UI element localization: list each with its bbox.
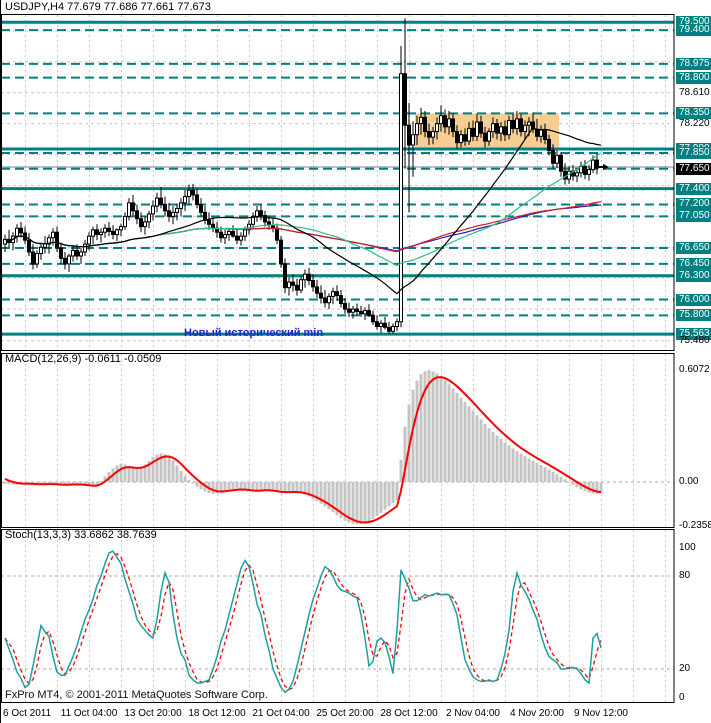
time-axis-label: 6 Oct 2011: [3, 708, 52, 719]
time-axis-label: 25 Oct 20:00: [316, 708, 374, 719]
price-level-label: 76.450: [676, 258, 711, 270]
time-axis-label: 21 Oct 04:00: [252, 708, 310, 719]
price-level-label: 78.975: [676, 58, 711, 70]
macd-panel: MACD(12,26,9) -0.0611 -0.0509 0.6072 0.00…: [1, 352, 711, 531]
price-level-label: 76.650: [676, 242, 711, 254]
mt4-chart-window: USDJPY,H4 77.679 77.686 77.661 77.673 Но…: [0, 0, 711, 723]
price-level-label: 76.000: [676, 294, 711, 306]
stoch-100-label: 100: [679, 542, 696, 553]
stoch-values: 33.6862 38.7639: [74, 529, 157, 541]
price-level-label: 77.850: [676, 147, 711, 159]
macd-min-label: -0.2358: [679, 520, 711, 531]
price-level-label: 77.200: [676, 198, 711, 210]
time-axis-label: 2 Nov 04:00: [446, 708, 500, 719]
price-level-label: 77.050: [676, 210, 711, 222]
time-axis-label: 28 Oct 12:00: [380, 708, 438, 719]
stoch-0-label: 0: [679, 692, 685, 703]
time-axis: 6 Oct 2011 11 Oct 04:00 13 Oct 20:00 18 Oct…: [1, 704, 711, 723]
price-grid-label: 75.480: [679, 335, 710, 346]
price-level-label: 77.400: [676, 183, 711, 195]
price-level-label: 76.300: [676, 270, 711, 282]
chart-title: USDJPY,H4 77.679 77.686 77.661 77.673: [5, 1, 211, 13]
macd-canvas[interactable]: [1, 352, 711, 528]
macd-max-label: 0.6072: [679, 364, 710, 375]
macd-title: MACD(12,26,9) -0.0611 -0.0509: [5, 353, 162, 365]
main-chart-panel: USDJPY,H4 77.679 77.686 77.661 77.673 Но…: [1, 0, 711, 352]
price-grid-label: 78.220: [679, 118, 710, 129]
moving-average-sma-red: [4, 201, 602, 253]
price-level-label: 79.400: [676, 24, 711, 36]
time-axis-label: 9 Nov 12:00: [574, 708, 628, 719]
time-axis-label: 11 Oct 04:00: [60, 708, 118, 719]
stoch-80-label: 80: [679, 570, 691, 581]
price-level-label: 78.800: [676, 72, 711, 84]
macd-zero-label: 0.00: [679, 476, 699, 487]
annotation-new-historic-min: Новый исторический min: [184, 327, 324, 339]
stoch-20-label: 20: [679, 663, 691, 674]
time-axis-label: 4 Nov 20:00: [510, 708, 564, 719]
stoch-plot-border: [1, 529, 675, 703]
stoch-percent-k-line: [4, 550, 602, 694]
stochastic-canvas[interactable]: [1, 528, 711, 704]
macd-values: -0.0611 -0.0509: [84, 353, 162, 365]
time-axis-label: 13 Oct 20:00: [124, 708, 182, 719]
price-chart-canvas[interactable]: [1, 0, 711, 352]
price-level-label: 75.800: [676, 309, 711, 321]
stochastic-title: Stoch(13,3,3) 33.6862 38.7639: [5, 529, 157, 541]
stochastic-panel: Stoch(13,3,3) 33.6862 38.7639 100 80 20 0: [1, 528, 711, 704]
time-axis-label: 18 Oct 12:00: [188, 708, 246, 719]
price-grid-label: 78.610: [679, 87, 710, 98]
macd-histogram: [3, 369, 603, 525]
current-price-label: 77.650: [676, 163, 711, 175]
copyright-text: FxPro MT4, © 2001-2011 MetaQuotes Softwa…: [5, 689, 268, 701]
candlesticks: [3, 18, 603, 335]
